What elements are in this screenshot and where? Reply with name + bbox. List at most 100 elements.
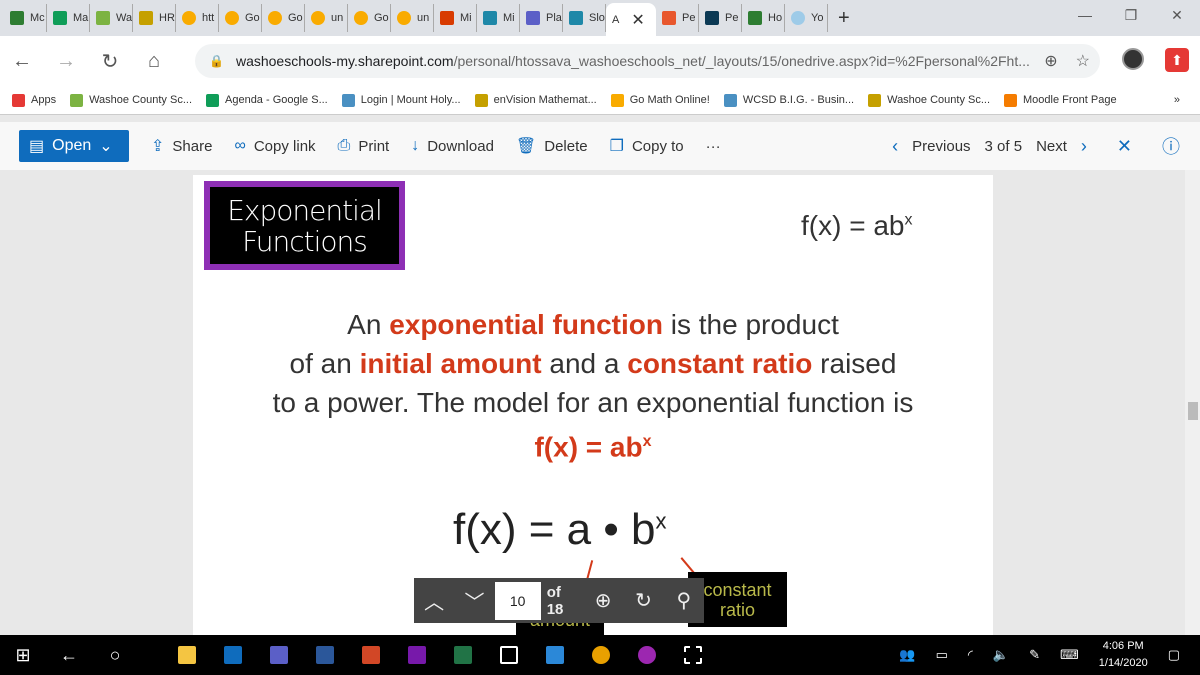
pen-icon[interactable]: ✎ <box>1029 647 1040 663</box>
forward-icon[interactable]: → <box>44 50 88 73</box>
search-icon[interactable]: ⚲ <box>664 588 704 613</box>
volume-icon[interactable]: 🔈 <box>993 647 1009 663</box>
windows-start-icon[interactable]: ⊞ <box>0 645 46 666</box>
tab[interactable]: Mc <box>4 4 47 32</box>
zoom-in-icon[interactable]: ⊕ <box>583 588 623 613</box>
tab[interactable]: HR <box>133 4 176 32</box>
bookmark[interactable]: WCSD B.I.G. - Busin... <box>723 93 854 107</box>
reload-icon[interactable]: ↻ <box>88 49 132 74</box>
open-button[interactable]: ▤ Open ⌄ <box>19 130 129 162</box>
chevron-left-icon[interactable]: ‹ <box>892 136 898 157</box>
tab[interactable]: Pe <box>699 4 742 32</box>
bookmark[interactable]: Go Math Online! <box>610 93 710 107</box>
avatar[interactable] <box>1122 48 1144 70</box>
tab[interactable]: Pe <box>656 4 699 32</box>
new-tab-button[interactable]: + <box>838 7 850 30</box>
app-icon[interactable] <box>546 646 564 664</box>
bookmark[interactable]: Apps <box>12 93 56 107</box>
chevron-up-icon[interactable]: ︿ <box>414 586 454 615</box>
excel-icon[interactable] <box>454 646 472 664</box>
tab[interactable]: Go <box>219 4 262 32</box>
extension-icon[interactable]: ⬆ <box>1165 48 1189 72</box>
bookmark[interactable]: enVision Mathemat... <box>474 93 597 107</box>
favicon-icon <box>526 11 540 25</box>
tab[interactable]: un <box>391 4 434 32</box>
tab[interactable]: Mi <box>477 4 520 32</box>
star-icon[interactable]: ☆ <box>1076 51 1090 71</box>
bookmark[interactable]: Moodle Front Page <box>1004 93 1117 107</box>
onenote-icon[interactable] <box>408 646 426 664</box>
print-icon: ⎙ <box>337 137 351 154</box>
back-icon[interactable]: ← <box>0 50 44 73</box>
bookmark[interactable]: Washoe County Sc... <box>868 93 990 107</box>
more-bookmarks-button[interactable]: » <box>1174 94 1180 106</box>
bookmark-icon <box>474 93 488 107</box>
chrome-icon[interactable] <box>592 646 610 664</box>
favicon-icon <box>748 11 762 25</box>
snip-icon[interactable] <box>684 646 702 664</box>
chevron-down-icon: ⌄ <box>99 138 113 155</box>
tab[interactable]: Mi <box>434 4 477 32</box>
tab[interactable]: Pla <box>520 4 563 32</box>
whiteboard-icon[interactable] <box>500 646 518 664</box>
tab[interactable]: Go <box>262 4 305 32</box>
favicon-icon <box>139 11 153 25</box>
close-window-button[interactable]: ✕ <box>1154 0 1200 30</box>
bookmark-icon <box>12 93 25 107</box>
favicon-icon <box>483 11 497 25</box>
info-icon[interactable]: ⓘ <box>1162 133 1180 159</box>
chrome-icon-2[interactable] <box>638 646 656 664</box>
powerpoint-icon[interactable] <box>362 646 380 664</box>
tab[interactable]: Go <box>348 4 391 32</box>
tab[interactable]: un <box>305 4 348 32</box>
copy-to-button[interactable]: ❐ Copy to <box>610 136 684 156</box>
file-explorer-icon[interactable] <box>178 646 196 664</box>
scrollbar-thumb[interactable] <box>1188 402 1198 420</box>
battery-icon[interactable]: ▭ <box>936 647 948 663</box>
previous-button[interactable]: Previous <box>912 138 970 155</box>
clock[interactable]: 4:06 PM 1/14/2020 <box>1099 638 1148 672</box>
tab[interactable]: Wa <box>90 4 133 32</box>
home-icon[interactable]: ⌂ <box>132 50 176 73</box>
tab[interactable]: A ✕ <box>606 3 656 37</box>
bookmark[interactable]: Login | Mount Holy... <box>341 93 461 107</box>
share-button[interactable]: ⇪ Share <box>151 136 212 156</box>
download-button[interactable]: ↓ Download <box>411 137 494 155</box>
people-icon[interactable]: 👥 <box>899 647 915 663</box>
address-bar-row: ← → ↻ ⌂ 🔒 washoeschools-my.sharepoint.co… <box>0 36 1200 86</box>
bookmark-icon <box>70 93 84 107</box>
url-input[interactable]: 🔒 washoeschools-my.sharepoint.com/person… <box>195 44 1100 78</box>
link-icon: ∞ <box>234 137 246 154</box>
tab[interactable]: Ma <box>47 4 90 32</box>
print-button[interactable]: ⎙ Print <box>338 137 390 155</box>
minimize-button[interactable]: — <box>1062 0 1108 30</box>
keyboard-icon[interactable]: ⌨ <box>1060 647 1079 663</box>
delete-button[interactable]: 🗑 Delete <box>516 136 588 156</box>
bookmark[interactable]: Washoe County Sc... <box>70 93 192 107</box>
teams-icon[interactable] <box>270 646 288 664</box>
outlook-icon[interactable] <box>224 646 242 664</box>
scrollbar[interactable] <box>1185 170 1200 635</box>
page-number-input[interactable] <box>494 581 541 620</box>
tab-close-icon[interactable]: ✕ <box>631 10 644 30</box>
wifi-icon[interactable]: ◜ <box>968 647 973 663</box>
word-icon[interactable] <box>316 646 334 664</box>
chevron-down-icon[interactable]: ﹀ <box>454 586 494 615</box>
back-icon[interactable]: ← <box>46 645 92 666</box>
bookmark[interactable]: Agenda - Google S... <box>206 93 328 107</box>
chevron-right-icon[interactable]: › <box>1081 136 1087 157</box>
tab[interactable]: Slo <box>563 4 606 32</box>
more-button[interactable]: ··· <box>706 138 721 155</box>
cortana-icon[interactable]: ○ <box>92 645 138 666</box>
tab[interactable]: Yo <box>785 4 828 32</box>
restore-button[interactable]: ❐ <box>1108 0 1154 30</box>
next-button[interactable]: Next <box>1036 138 1067 155</box>
close-icon[interactable]: ✕ <box>1117 136 1132 157</box>
copy-link-button[interactable]: ∞ Copy link <box>234 137 315 155</box>
zoom-icon[interactable]: ⊕ <box>1044 51 1057 71</box>
favicon-icon <box>268 11 282 25</box>
tab[interactable]: htt <box>176 4 219 32</box>
notifications-icon[interactable]: ▢ <box>1168 647 1180 663</box>
rotate-icon[interactable]: ↻ <box>623 588 663 613</box>
tab[interactable]: Ho <box>742 4 785 32</box>
